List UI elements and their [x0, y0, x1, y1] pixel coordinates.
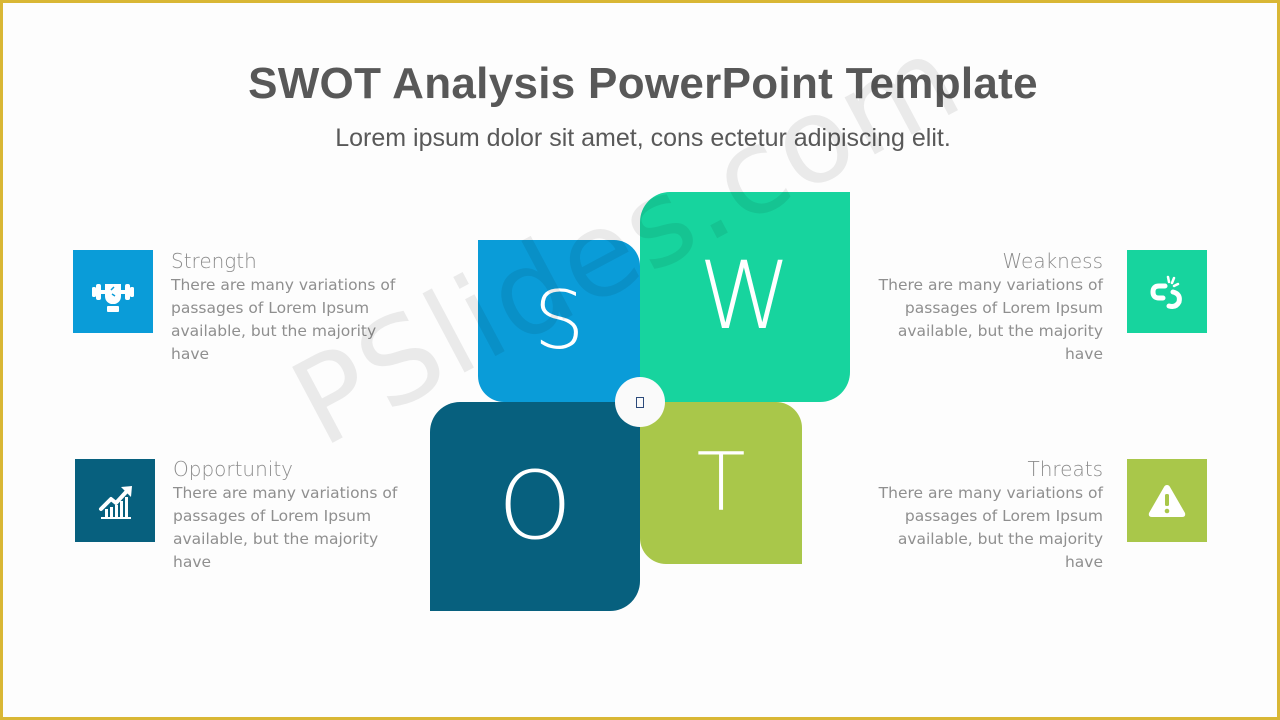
warning-triangle-icon	[1148, 484, 1186, 517]
growth-chart-icon	[99, 485, 132, 519]
threats-info: Threats There are many variations of pas…	[871, 456, 1103, 574]
strength-info: Strength There are many variations of pa…	[171, 248, 403, 366]
swot-block-threats: T	[640, 402, 802, 564]
opportunity-icon-box	[75, 459, 155, 542]
weakness-icon-box	[1127, 250, 1207, 333]
weakness-info: Weakness There are many variations of pa…	[871, 248, 1103, 366]
swot-letter-t: T	[696, 436, 746, 529]
dumbbell-fist-icon	[92, 283, 134, 312]
threats-body: There are many variations of passages of…	[878, 484, 1103, 571]
strength-body: There are many variations of passages of…	[171, 276, 396, 363]
broken-link-icon	[1150, 275, 1182, 309]
weakness-body: There are many variations of passages of…	[878, 276, 1103, 363]
slide-title: SWOT Analysis PowerPoint Template	[248, 59, 1038, 108]
weakness-heading: Weakness	[1002, 249, 1103, 273]
swot-block-strength: S	[478, 240, 640, 402]
opportunity-info: Opportunity There are many variations of…	[173, 456, 405, 574]
swot-letter-o: O	[498, 451, 572, 561]
center-circle	[615, 377, 665, 427]
slide: SWOT Analysis PowerPoint Template Lorem …	[3, 3, 1277, 717]
threats-heading: Threats	[1027, 457, 1104, 481]
missing-glyph-icon	[636, 396, 644, 408]
strength-icon-box	[73, 250, 153, 333]
strength-heading: Strength	[171, 249, 257, 273]
swot-block-opportunity: O	[430, 402, 640, 611]
opportunity-body: There are many variations of passages of…	[173, 484, 398, 571]
opportunity-heading: Opportunity	[173, 457, 294, 481]
swot-block-weakness: W	[640, 192, 850, 402]
swot-letter-w: W	[698, 242, 792, 351]
swot-letter-s: S	[533, 274, 585, 367]
slide-subtitle: Lorem ipsum dolor sit amet, cons ectetur…	[335, 124, 951, 152]
threats-icon-box	[1127, 459, 1207, 542]
